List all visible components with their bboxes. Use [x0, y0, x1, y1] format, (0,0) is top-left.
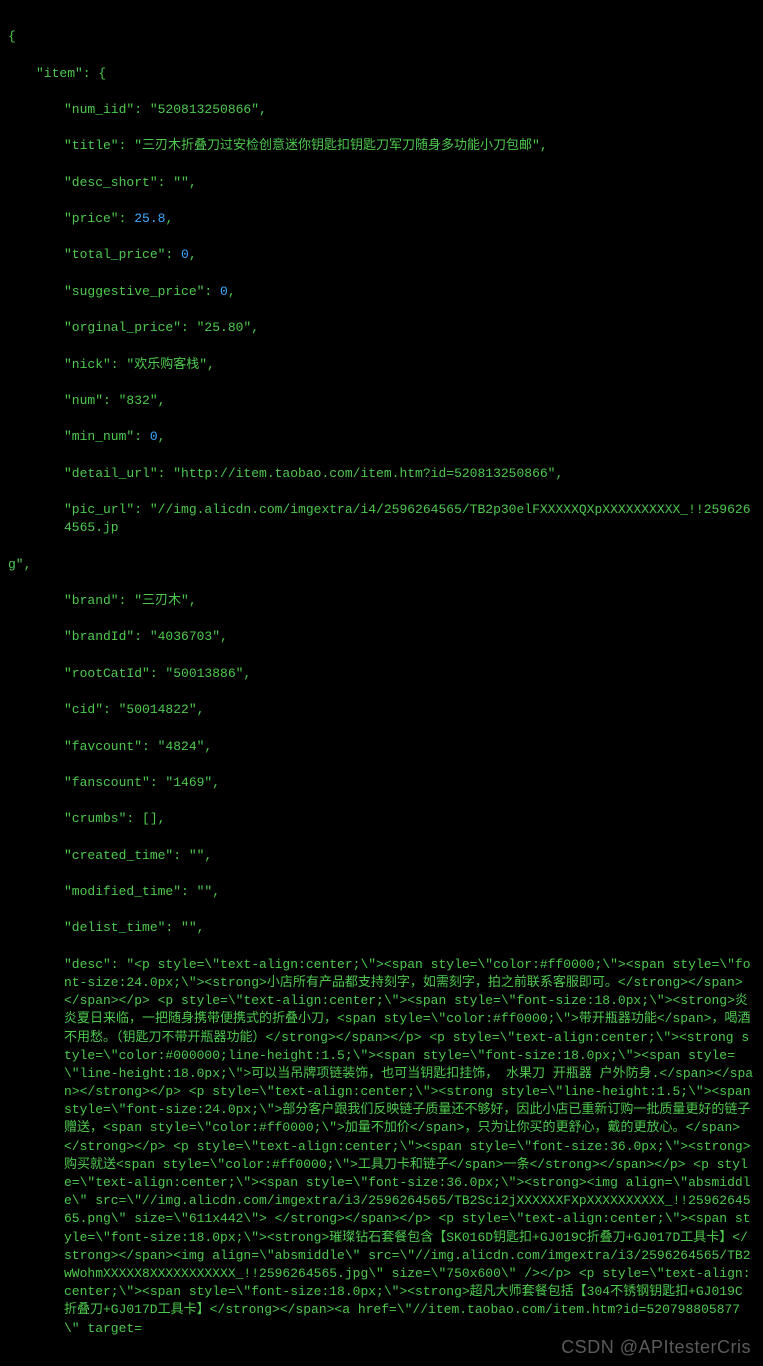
min_num-tail: ,	[158, 429, 166, 444]
min_num-key: "min_num":	[64, 429, 150, 444]
suggestive_price-tail: ,	[228, 284, 236, 299]
field-cid: "cid": "50014822",	[8, 701, 755, 719]
field-crumbs: "crumbs": [],	[8, 810, 755, 828]
suggestive_price-value: 0	[220, 284, 228, 299]
field-brandId: "brandId": "4036703",	[8, 628, 755, 646]
field-num: "num": "832",	[8, 392, 755, 410]
price-key: "price":	[64, 211, 134, 226]
min_num-value: 0	[150, 429, 158, 444]
total_price-tail: ,	[189, 247, 197, 262]
field-orginal_price: "orginal_price": "25.80",	[8, 319, 755, 337]
field-title: "title": "三刃木折叠刀过安检创意迷你钥匙扣钥匙刀军刀随身多功能小刀包邮…	[8, 137, 755, 155]
field-detail_url: "detail_url": "http://item.taobao.com/it…	[8, 465, 755, 483]
field-brand: "brand": "三刃木",	[8, 592, 755, 610]
field-nick: "nick": "欢乐购客栈",	[8, 356, 755, 374]
suggestive_price-key: "suggestive_price":	[64, 284, 220, 299]
field-desc_short: "desc_short": "",	[8, 174, 755, 192]
field-total_price: "total_price": 0,	[8, 246, 755, 264]
field-min_num: "min_num": 0,	[8, 428, 755, 446]
field-favcount: "favcount": "4824",	[8, 738, 755, 756]
field-desc: "desc": "<p style=\"text-align:center;\"…	[8, 956, 755, 1338]
json-code-block: { "item": { "num_iid": "520813250866", "…	[8, 10, 755, 1356]
field-suggestive_price: "suggestive_price": 0,	[8, 283, 755, 301]
field-rootCatId: "rootCatId": "50013886",	[8, 665, 755, 683]
price-tail: ,	[165, 211, 173, 226]
field-fanscount: "fanscount": "1469",	[8, 774, 755, 792]
total_price-value: 0	[181, 247, 189, 262]
open-brace: {	[8, 28, 755, 46]
field-created_time: "created_time": "",	[8, 847, 755, 865]
field-pic_url-a: "pic_url": "//img.alicdn.com/imgextra/i4…	[8, 501, 755, 537]
field-price: "price": 25.8,	[8, 210, 755, 228]
item-key: "item": {	[8, 65, 755, 83]
price-value: 25.8	[134, 211, 165, 226]
total_price-key: "total_price":	[64, 247, 181, 262]
field-delist_time: "delist_time": "",	[8, 919, 755, 937]
field-pic_url-b: g",	[8, 556, 755, 574]
field-num_iid: "num_iid": "520813250866",	[8, 101, 755, 119]
field-modified_time: "modified_time": "",	[8, 883, 755, 901]
